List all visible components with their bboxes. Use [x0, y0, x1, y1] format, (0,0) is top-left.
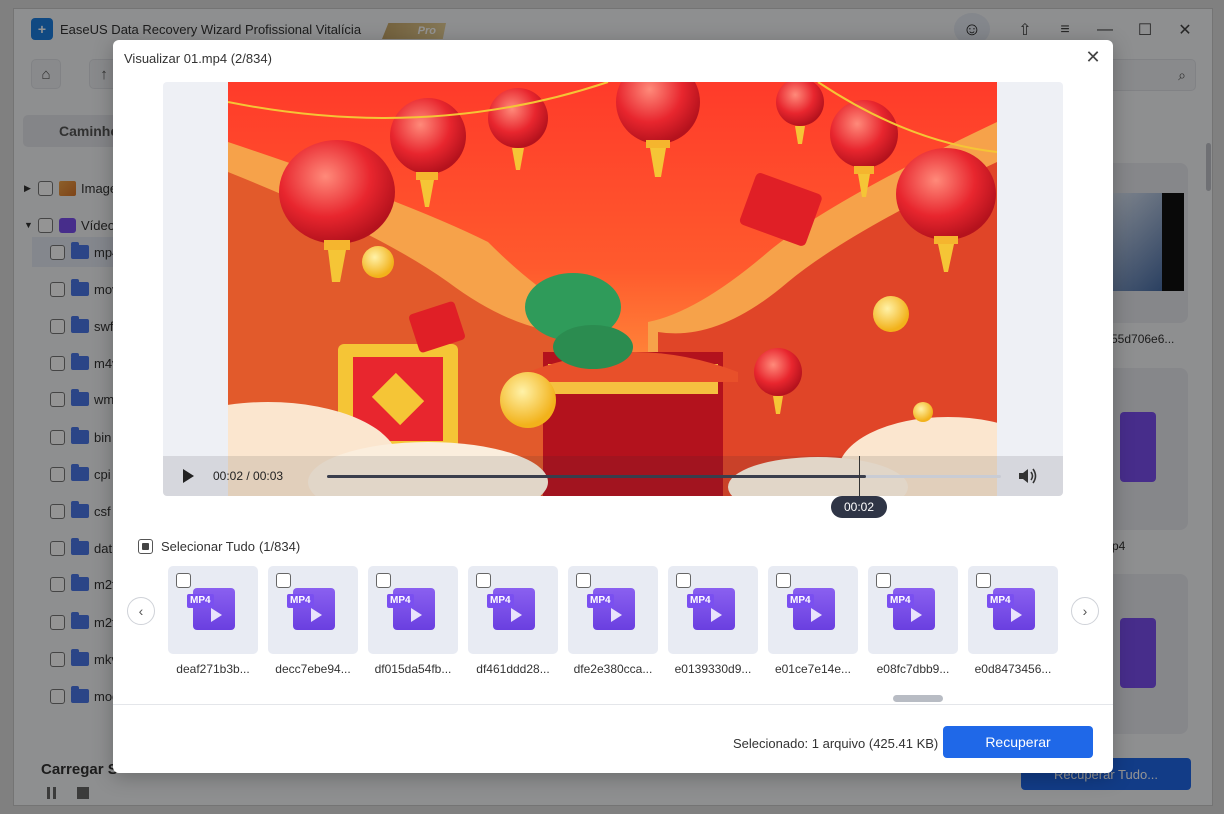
file-type-tag: MP4 — [287, 594, 314, 608]
file-type-tag: MP4 — [987, 594, 1014, 608]
chevron-left-icon[interactable]: ‹ — [127, 597, 155, 625]
thumbnail-name: deaf271b3b... — [176, 662, 250, 676]
thumbnail-item[interactable]: MP4 dfe2e380cca... — [568, 566, 658, 676]
thumbnail-item[interactable]: MP4 e0d8473456... — [968, 566, 1058, 676]
thumbnail-name: e01ce7e14e... — [774, 662, 852, 676]
play-icon — [311, 608, 322, 622]
file-type-tag: MP4 — [587, 594, 614, 608]
player-controls: 00:02 / 00:03 — [163, 456, 1063, 496]
selection-status: Selecionado: 1 arquivo (425.41 KB) — [733, 736, 939, 751]
preview-dialog: Visualizar 01.mp4 (2/834) ✕ 00:02 / 00:0… — [113, 40, 1113, 773]
seek-progress — [327, 475, 867, 478]
thumbnail-box[interactable]: MP4 — [168, 566, 258, 654]
seek-bar[interactable] — [327, 475, 1001, 478]
thumbnail-item[interactable]: MP4 deaf271b3b... — [168, 566, 258, 676]
seek-tooltip: 00:02 — [831, 496, 887, 518]
chevron-right-icon[interactable]: › — [1071, 597, 1099, 625]
file-type-tag: MP4 — [887, 594, 914, 608]
file-type-tag: MP4 — [187, 594, 214, 608]
select-all-label: Selecionar Tudo — [161, 539, 255, 554]
thumbnail-item[interactable]: MP4 e08fc7dbb9... — [868, 566, 958, 676]
thumbnail-strip: MP4 deaf271b3b... MP4 decc7ebe94... MP4 df015… — [168, 566, 1068, 686]
thumbnail-item[interactable]: MP4 e01ce7e14e... — [768, 566, 858, 676]
thumbnail-box[interactable]: MP4 — [668, 566, 758, 654]
video-frame-illustration — [228, 82, 997, 496]
checkbox[interactable] — [376, 573, 391, 588]
checkbox[interactable] — [476, 573, 491, 588]
select-all-count: (1/834) — [258, 539, 301, 554]
video-frame — [228, 82, 997, 496]
select-all-checkbox[interactable]: Selecionar Tudo (1/834) — [138, 539, 300, 554]
thumbnail-name: df015da54fb... — [374, 662, 452, 676]
thumbnail-item[interactable]: MP4 decc7ebe94... — [268, 566, 358, 676]
checkbox[interactable] — [776, 573, 791, 588]
thumbnail-box[interactable]: MP4 — [968, 566, 1058, 654]
play-icon — [411, 608, 422, 622]
video-player[interactable]: 00:02 / 00:03 — [163, 82, 1063, 496]
thumbnail-name: df461ddd28... — [476, 662, 550, 676]
volume-icon[interactable] — [1018, 467, 1038, 485]
seek-handle[interactable] — [859, 456, 860, 496]
checkbox[interactable] — [876, 573, 891, 588]
file-type-tag: MP4 — [787, 594, 814, 608]
dialog-footer: Selecionado: 1 arquivo (425.41 KB) Recup… — [113, 704, 1113, 773]
play-icon — [611, 608, 622, 622]
thumbnail-item[interactable]: MP4 df461ddd28... — [468, 566, 558, 676]
play-icon[interactable] — [181, 468, 195, 484]
checkbox-partial[interactable] — [138, 539, 153, 554]
play-icon — [811, 608, 822, 622]
recover-button[interactable]: Recuperar — [943, 726, 1093, 758]
time-display: 00:02 / 00:03 — [213, 469, 284, 483]
checkbox[interactable] — [276, 573, 291, 588]
thumbnail-box[interactable]: MP4 — [868, 566, 958, 654]
thumbnail-box[interactable]: MP4 — [268, 566, 358, 654]
checkbox[interactable] — [976, 573, 991, 588]
thumbnail-name: e0d8473456... — [974, 662, 1052, 676]
dialog-title: Visualizar 01.mp4 (2/834) — [124, 51, 272, 66]
play-icon — [511, 608, 522, 622]
file-type-tag: MP4 — [387, 594, 414, 608]
play-icon — [211, 608, 222, 622]
thumbnail-box[interactable]: MP4 — [568, 566, 658, 654]
file-type-tag: MP4 — [687, 594, 714, 608]
play-icon — [911, 608, 922, 622]
thumbnail-box[interactable]: MP4 — [768, 566, 858, 654]
thumbnail-box[interactable]: MP4 — [368, 566, 458, 654]
thumbnail-box[interactable]: MP4 — [468, 566, 558, 654]
checkbox[interactable] — [576, 573, 591, 588]
thumbnail-item[interactable]: MP4 e0139330d9... — [668, 566, 758, 676]
thumbnail-name: e0139330d9... — [674, 662, 752, 676]
thumbnail-name: decc7ebe94... — [275, 662, 351, 676]
thumbnail-item[interactable]: MP4 df015da54fb... — [368, 566, 458, 676]
close-icon[interactable]: ✕ — [1082, 46, 1104, 68]
checkbox[interactable] — [176, 573, 191, 588]
thumbnail-name: e08fc7dbb9... — [876, 662, 950, 676]
thumbnail-scrollbar[interactable] — [893, 695, 943, 702]
play-icon — [711, 608, 722, 622]
file-type-tag: MP4 — [487, 594, 514, 608]
checkbox[interactable] — [676, 573, 691, 588]
play-icon — [1011, 608, 1022, 622]
thumbnail-name: dfe2e380cca... — [573, 662, 653, 676]
